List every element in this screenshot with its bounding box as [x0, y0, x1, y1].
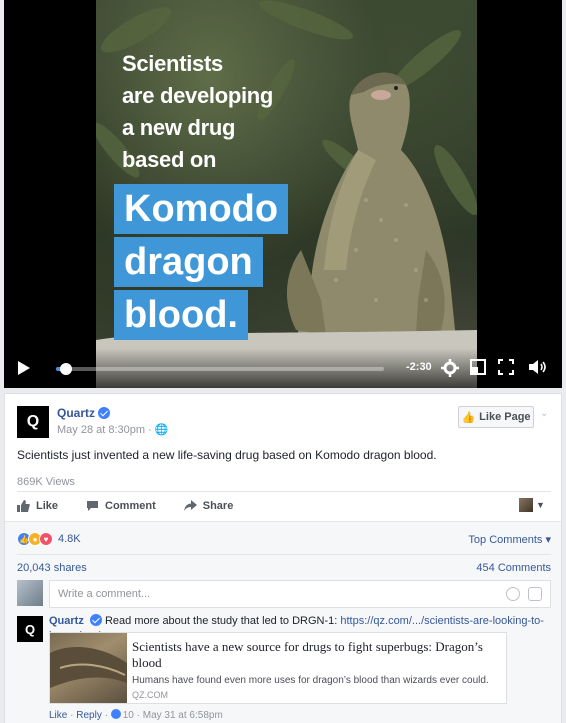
- headline-line: Scientists: [122, 51, 223, 76]
- comment-reply-link[interactable]: Reply: [76, 710, 102, 721]
- comment-author[interactable]: Quartz: [49, 615, 84, 627]
- headline-line: are developing: [122, 83, 274, 108]
- post-actions: Like Comment Share: [17, 494, 261, 518]
- komodo-thumbnail-illustration: [50, 647, 127, 688]
- page: Scientists are developing a new drug bas…: [0, 0, 566, 723]
- thumbs-up-icon: [17, 500, 30, 512]
- highlight-word: Komodo: [114, 184, 289, 234]
- like-label: Like: [36, 500, 59, 512]
- comment-bubble-icon: [87, 501, 99, 511]
- page-avatar[interactable]: Q: [17, 406, 49, 438]
- comment-button[interactable]: Comment: [86, 500, 156, 512]
- time-remaining: -2:30: [406, 361, 432, 373]
- theater-mode-icon[interactable]: [470, 359, 486, 375]
- comment-like-link[interactable]: Like: [49, 710, 67, 721]
- headline-line: a new drug: [122, 115, 236, 140]
- reaction-count[interactable]: 4.8K: [58, 533, 81, 545]
- reactions-summary[interactable]: 👍 ● ♥ 4.8K: [17, 532, 81, 546]
- verified-badge-icon: [98, 407, 111, 419]
- video-controls: -2:30: [4, 348, 562, 388]
- post-timestamp[interactable]: May 28 at 8:30pm · 🌐: [57, 423, 169, 436]
- link-preview-domain: QZ.COM: [132, 690, 168, 700]
- user-avatar[interactable]: [17, 580, 43, 606]
- progress-bar[interactable]: [56, 363, 384, 375]
- emoji-icon[interactable]: [506, 587, 520, 601]
- comment-label: Comment: [105, 500, 156, 512]
- caret-down-icon: ▾: [545, 534, 551, 546]
- post-card: Q Quartz May 28 at 8:30pm · 🌐 👍 Like Pag…: [4, 393, 562, 723]
- link-preview-description: Humans have found even more uses for dra…: [132, 675, 489, 686]
- share-arrow-icon: [183, 500, 197, 511]
- headline-line: based on: [122, 147, 217, 172]
- comment-text: Read more about the study that led to DR…: [104, 615, 341, 627]
- video-headline: Scientists are developing a new drug bas…: [122, 48, 273, 176]
- post-text: Scientists just invented a new life-savi…: [17, 448, 437, 462]
- video-player[interactable]: Scientists are developing a new drug bas…: [4, 0, 562, 388]
- highlight-words: Komodo dragon blood.: [114, 184, 289, 343]
- link-preview-card[interactable]: Scientists have a new source for drugs t…: [49, 632, 507, 704]
- like-button[interactable]: Like: [17, 500, 58, 512]
- comment-input[interactable]: Write a comment...: [49, 580, 551, 608]
- highlight-word: blood.: [114, 290, 248, 340]
- link-preview-image[interactable]: [50, 633, 127, 703]
- comment-like-count[interactable]: 10: [123, 710, 134, 721]
- comment-placeholder: Write a comment...: [58, 588, 151, 600]
- share-button[interactable]: Share: [183, 500, 234, 512]
- caret-down-icon[interactable]: ▼: [536, 500, 545, 510]
- video-frame: Scientists are developing a new drug bas…: [96, 0, 477, 388]
- top-comments-label: Top Comments: [468, 534, 543, 546]
- chevron-down-icon[interactable]: ⌄: [540, 408, 548, 419]
- link-preview-title[interactable]: Scientists have a new source for drugs t…: [132, 639, 502, 671]
- divider: [17, 491, 551, 492]
- share-label: Share: [202, 500, 234, 512]
- comments-section: 👍 ● ♥ 4.8K Top Comments ▾ 20,043 shares …: [5, 521, 561, 723]
- scrubber-handle[interactable]: [59, 363, 72, 375]
- comment-time[interactable]: May 31 at 6:58pm: [143, 710, 223, 721]
- settings-gear-icon[interactable]: [441, 359, 459, 377]
- volume-icon[interactable]: [528, 359, 548, 375]
- post-time-text[interactable]: May 28 at 8:30pm: [57, 424, 145, 436]
- page-name-link[interactable]: Quartz: [57, 406, 111, 420]
- like-page-button[interactable]: 👍 Like Page: [458, 406, 534, 428]
- love-reaction-icon: ♥: [39, 532, 53, 546]
- view-count: 869K Views: [17, 476, 75, 488]
- share-as-avatar[interactable]: [519, 498, 533, 512]
- top-comments-dropdown[interactable]: Top Comments ▾: [468, 533, 551, 546]
- comment-meta: Like · Reply · 10 · May 31 at 6:58pm: [49, 709, 223, 721]
- commenter-avatar[interactable]: Q: [17, 616, 43, 642]
- comments-count[interactable]: 454 Comments: [476, 562, 551, 574]
- fullscreen-icon[interactable]: [498, 359, 514, 375]
- page-name[interactable]: Quartz: [57, 406, 95, 420]
- divider: [17, 554, 551, 555]
- play-icon[interactable]: [18, 361, 30, 375]
- like-page-label: Like Page: [479, 411, 531, 423]
- verified-badge-icon: [89, 614, 102, 626]
- like-count-icon: [110, 709, 121, 719]
- shares-count[interactable]: 20,043 shares: [17, 562, 87, 574]
- highlight-word: dragon: [114, 237, 263, 287]
- globe-icon: 🌐: [154, 424, 169, 436]
- sticker-icon[interactable]: [528, 587, 542, 601]
- thumbs-up-icon: 👍: [461, 411, 476, 424]
